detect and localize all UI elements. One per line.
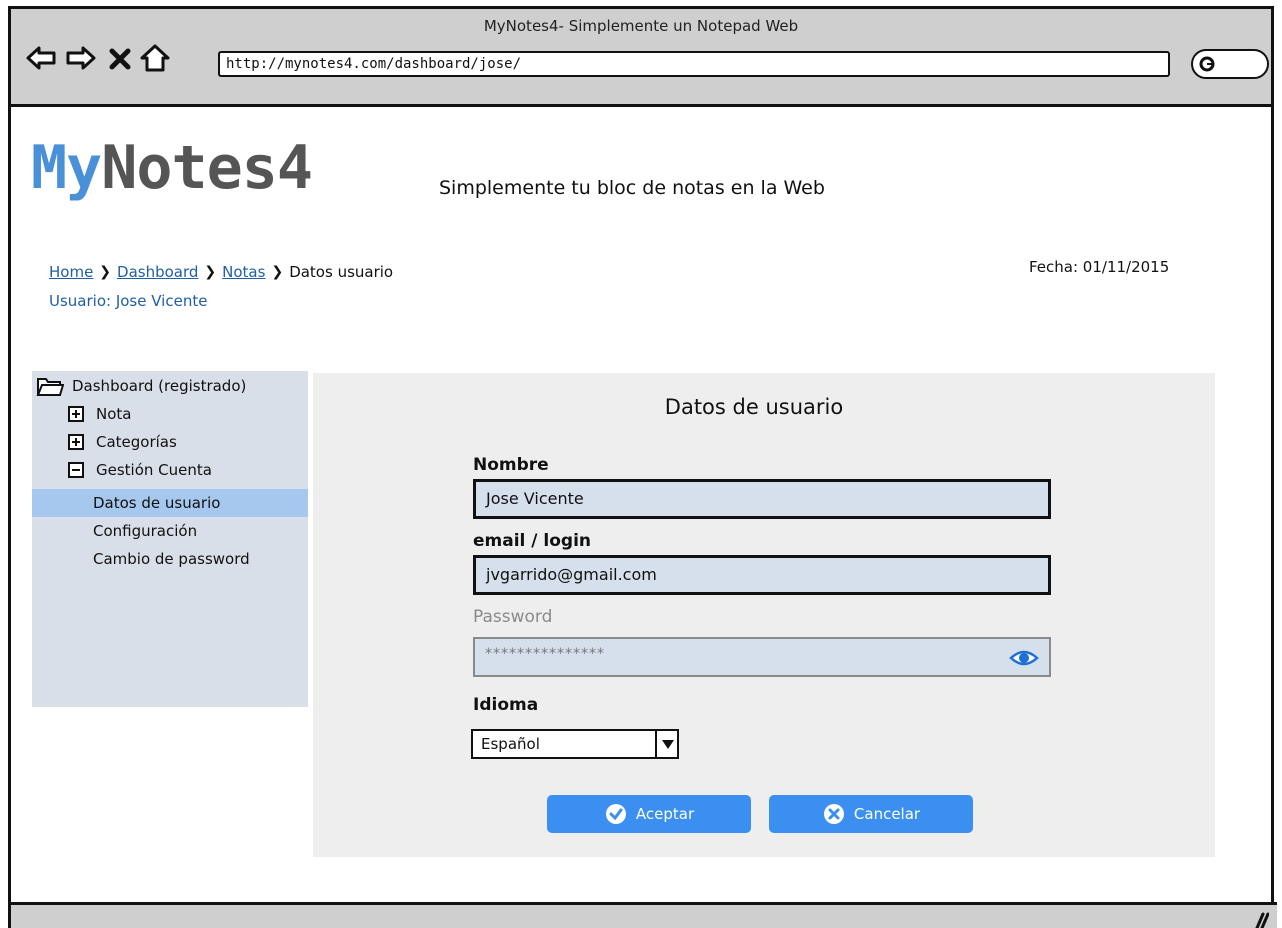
breadcrumb-home[interactable]: Home (49, 263, 93, 281)
accept-label: Aceptar (635, 805, 695, 823)
resize-grip-icon[interactable] (1251, 911, 1269, 928)
form-title: Datos de usuario (664, 395, 844, 419)
cancel-label: Cancelar (853, 805, 921, 823)
sidebar-item-cambio-password[interactable]: Cambio de password (32, 545, 308, 573)
caret-down-icon[interactable] (655, 729, 679, 759)
sidebar-item-label: Nota (96, 405, 132, 423)
sidebar-tree: Dashboard (registrado) Nota Categorías G… (32, 371, 308, 707)
idioma-label: Idioma (473, 695, 539, 715)
window-title: MyNotes4- Simplemente un Notepad Web (483, 17, 799, 35)
user-data-form: Datos de usuario Nombre Jose Vicente ema… (313, 373, 1215, 857)
status-bar (11, 902, 1277, 928)
site-tagline: Simplemente tu bloc de notas en la Web (439, 177, 825, 199)
plus-box-icon[interactable] (68, 406, 84, 422)
minus-box-icon[interactable] (68, 462, 84, 478)
eye-icon[interactable] (1009, 648, 1039, 668)
idioma-value: Español (481, 735, 540, 753)
cancel-circle-icon (823, 804, 844, 824)
site-logo[interactable]: MyNotes4 (31, 133, 313, 203)
tree-root-label: Dashboard (registrado) (72, 377, 247, 395)
nombre-field[interactable]: Jose Vicente (473, 479, 1051, 519)
browser-search-field[interactable] (1191, 49, 1269, 79)
plus-box-icon[interactable] (68, 434, 84, 450)
logo-my: My (31, 133, 102, 203)
idioma-select[interactable]: Español (471, 729, 679, 759)
sidebar-item-configuracion[interactable]: Configuración (32, 517, 308, 545)
folder-icon (36, 378, 64, 396)
browser-chrome: MyNotes4- Simplemente un Notepad Web htt… (11, 9, 1271, 107)
logo-rest: Notes4 (101, 133, 313, 203)
chevron-right-icon: ❯ (204, 264, 217, 280)
user-label: Usuario: Jose Vicente (49, 292, 208, 310)
sidebar-item-datos-usuario[interactable]: Datos de usuario (32, 489, 308, 517)
sidebar-item-label: Categorías (96, 433, 177, 451)
accept-button[interactable]: Aceptar (547, 795, 751, 833)
url-input[interactable]: http://mynotes4.com/dashboard/jose/ (218, 51, 1170, 77)
cancel-button[interactable]: Cancelar (769, 795, 973, 833)
breadcrumb-notas[interactable]: Notas (222, 263, 265, 281)
breadcrumb-dashboard[interactable]: Dashboard (117, 263, 198, 281)
browser-window: MyNotes4- Simplemente un Notepad Web htt… (8, 6, 1277, 928)
breadcrumb: Home ❯ Dashboard ❯ Notas ❯ Datos usuario (49, 263, 393, 281)
forward-arrow-icon[interactable] (65, 43, 97, 73)
password-label: Password (473, 607, 553, 627)
search-icon (1199, 56, 1215, 72)
chevron-right-icon: ❯ (271, 264, 284, 280)
date-label: Fecha: 01/11/2015 (1029, 258, 1170, 276)
chevron-right-icon: ❯ (99, 264, 112, 280)
breadcrumb-current: Datos usuario (289, 263, 394, 281)
home-icon[interactable] (139, 43, 171, 73)
email-field[interactable]: jvgarrido@gmail.com (473, 555, 1051, 595)
password-field: *************** (473, 637, 1051, 677)
sidebar-item-categorias[interactable]: Categorías (68, 433, 177, 451)
password-value: *************** (485, 646, 605, 662)
stop-icon[interactable] (107, 43, 133, 73)
email-label: email / login (473, 531, 592, 551)
sidebar-item-gestion-cuenta[interactable]: Gestión Cuenta (68, 461, 212, 479)
tree-root-dashboard[interactable]: Dashboard (registrado) (36, 375, 246, 397)
nombre-label: Nombre (473, 455, 549, 475)
sidebar-item-nota[interactable]: Nota (68, 405, 131, 423)
sidebar-item-label: Gestión Cuenta (96, 461, 212, 479)
back-arrow-icon[interactable] (25, 43, 57, 73)
check-circle-icon (605, 804, 626, 824)
